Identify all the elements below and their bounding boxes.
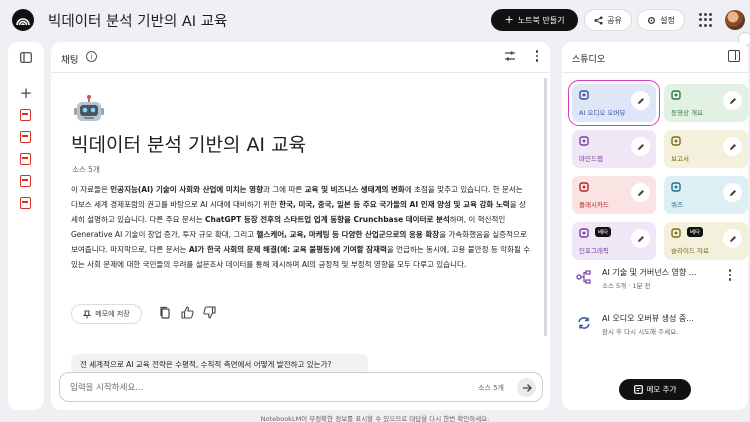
- sparkle-icon: [579, 90, 589, 100]
- settings-button[interactable]: 설정: [637, 9, 685, 31]
- beta-badge: 베타: [687, 227, 704, 237]
- thumbs-up-icon[interactable]: [181, 306, 195, 320]
- save-to-memo-label: 메모에 저장: [95, 310, 130, 318]
- edit-icon[interactable]: [631, 229, 650, 248]
- notebook-heading: 빅데이터 분석 기반의 AI 교육: [71, 134, 307, 156]
- edit-icon[interactable]: [631, 137, 650, 156]
- video-icon: [671, 90, 681, 100]
- add-memo-button[interactable]: 메모 추가: [619, 379, 691, 400]
- studio-tile[interactable]: 보고서: [664, 130, 748, 168]
- new-notebook-button[interactable]: + 노트북 만들기: [491, 9, 578, 31]
- thumbs-down-icon[interactable]: [203, 306, 217, 320]
- beta-badge: 베타: [595, 227, 612, 237]
- edit-icon[interactable]: [723, 183, 742, 202]
- note-item[interactable]: AI 기술 및 거버넌스 영향 ... 소스 5개 · 1분 전: [570, 263, 740, 297]
- sidebar-toggle-icon[interactable]: [19, 50, 33, 64]
- studio-tile[interactable]: 플래시카드: [572, 176, 656, 214]
- note-item-generating[interactable]: AI 오디오 오버뷰 생성 중... 잠시 후 다시 시도해 주세요.: [570, 309, 740, 343]
- studio-tile-label: 슬라이드 자료: [671, 247, 709, 255]
- copy-icon[interactable]: [159, 306, 173, 320]
- share-label: 공유: [607, 15, 622, 25]
- studio-tile-label: 퀴즈: [671, 201, 683, 209]
- infographic-icon: [579, 228, 589, 238]
- user-avatar[interactable]: [725, 10, 745, 30]
- add-source-icon[interactable]: +: [19, 84, 33, 102]
- chat-panel-title: 채팅: [61, 55, 79, 66]
- panel-collapse-icon[interactable]: [728, 50, 740, 62]
- chat-input[interactable]: [70, 380, 450, 396]
- pdf-source-icon[interactable]: [20, 131, 31, 143]
- more-vert-icon[interactable]: [530, 49, 544, 63]
- app-header: 빅데이터 분석 기반의 AI 교육 + 노트북 만들기 공유 설정: [0, 0, 750, 40]
- gear-icon: [648, 16, 656, 24]
- sources-rail: +: [8, 42, 44, 410]
- studio-tile[interactable]: 마인드맵: [572, 130, 656, 168]
- studio-tile[interactable]: 동영상 개요: [664, 84, 748, 122]
- sync-icon: [576, 316, 592, 330]
- info-icon[interactable]: i: [86, 51, 97, 62]
- add-memo-label: 메모 추가: [646, 385, 677, 394]
- pdf-source-icon[interactable]: [20, 197, 31, 209]
- edit-icon[interactable]: [723, 91, 742, 110]
- divider: [562, 72, 748, 73]
- save-to-memo-button[interactable]: 메모에 저장: [71, 304, 142, 324]
- more-vert-icon[interactable]: [727, 268, 733, 282]
- disclaimer-text: NotebookLM이 부정확한 정보를 표시할 수 있으므로 대답을 다시 한…: [260, 415, 490, 422]
- slides-icon: [671, 228, 681, 238]
- studio-panel: 스튜디오 AI 오디오 오버뷰 동영상 개요마인드맵 보고서플래시카드 퀴즈베타인포그…: [562, 42, 748, 410]
- divider: [51, 72, 550, 73]
- studio-tile-label: 마인드맵: [579, 155, 603, 163]
- send-button[interactable]: [517, 378, 536, 397]
- note-icon: [633, 385, 643, 394]
- suggested-question[interactable]: 전 세계적으로 AI 교육 전략은 수평적, 수직적 측면에서 어떻게 발전하고…: [71, 354, 368, 374]
- pdf-source-icon[interactable]: [20, 109, 31, 121]
- note-title: AI 오디오 오버뷰 생성 중...: [602, 314, 694, 323]
- notebooklm-logo-icon[interactable]: [12, 9, 34, 31]
- note-subtitle: 소스 5개 · 1분 전: [602, 282, 651, 290]
- studio-tile-label: 동영상 개요: [671, 109, 703, 117]
- scrollbar[interactable]: [544, 78, 547, 336]
- flashcards-icon: [579, 182, 589, 192]
- note-subtitle: 잠시 후 다시 시도해 주세요.: [602, 328, 679, 336]
- mindmap-icon: [576, 270, 592, 284]
- pin-icon: [83, 310, 92, 318]
- note-title: AI 기술 및 거버넌스 영향 ...: [602, 268, 697, 277]
- share-button[interactable]: 공유: [584, 9, 632, 31]
- tune-icon[interactable]: [503, 49, 517, 63]
- mindmap-icon: [579, 136, 589, 146]
- studio-tile-label: 플래시카드: [579, 201, 609, 209]
- new-notebook-label: 노트북 만들기: [517, 15, 565, 25]
- studio-title: 스튜디오: [572, 55, 606, 65]
- arrow-right-icon: [522, 383, 532, 392]
- studio-tile-label: 보고서: [671, 155, 689, 163]
- input-source-count: 소스 5개: [478, 384, 504, 392]
- edit-icon[interactable]: [631, 91, 650, 110]
- settings-label: 설정: [660, 15, 675, 25]
- share-icon: [594, 15, 603, 25]
- quiz-icon: [671, 182, 681, 192]
- chat-input-box[interactable]: 소스 5개: [59, 372, 543, 402]
- plus-icon: +: [504, 13, 514, 26]
- studio-tile[interactable]: 퀴즈: [664, 176, 748, 214]
- edit-icon[interactable]: [723, 137, 742, 156]
- notebook-title[interactable]: 빅데이터 분석 기반의 AI 교육: [48, 10, 227, 31]
- studio-tile[interactable]: 베타슬라이드 자료: [664, 222, 748, 260]
- studio-tile[interactable]: 베타인포그래픽: [572, 222, 656, 260]
- robot-emoji-icon: [72, 94, 106, 128]
- pdf-source-icon[interactable]: [20, 175, 31, 187]
- notebook-summary: 이 자료들은 인공지능(AI) 기술이 사회와 산업에 미치는 영향과 그에 따…: [71, 185, 531, 269]
- pdf-source-icon[interactable]: [20, 153, 31, 165]
- studio-tile-label: AI 오디오 오버뷰: [579, 109, 626, 117]
- studio-tile-label: 인포그래픽: [579, 247, 609, 255]
- apps-grid-icon[interactable]: [699, 13, 713, 27]
- chat-panel: 채팅 i 빅데이터 분석 기반의 AI 교육 소스 5개 이 자료들은 인공지능…: [51, 42, 550, 410]
- edit-icon[interactable]: [631, 183, 650, 202]
- studio-tile[interactable]: AI 오디오 오버뷰: [568, 80, 660, 126]
- edit-icon[interactable]: [723, 229, 742, 248]
- report-icon: [671, 136, 681, 146]
- source-count: 소스 5개: [72, 165, 100, 174]
